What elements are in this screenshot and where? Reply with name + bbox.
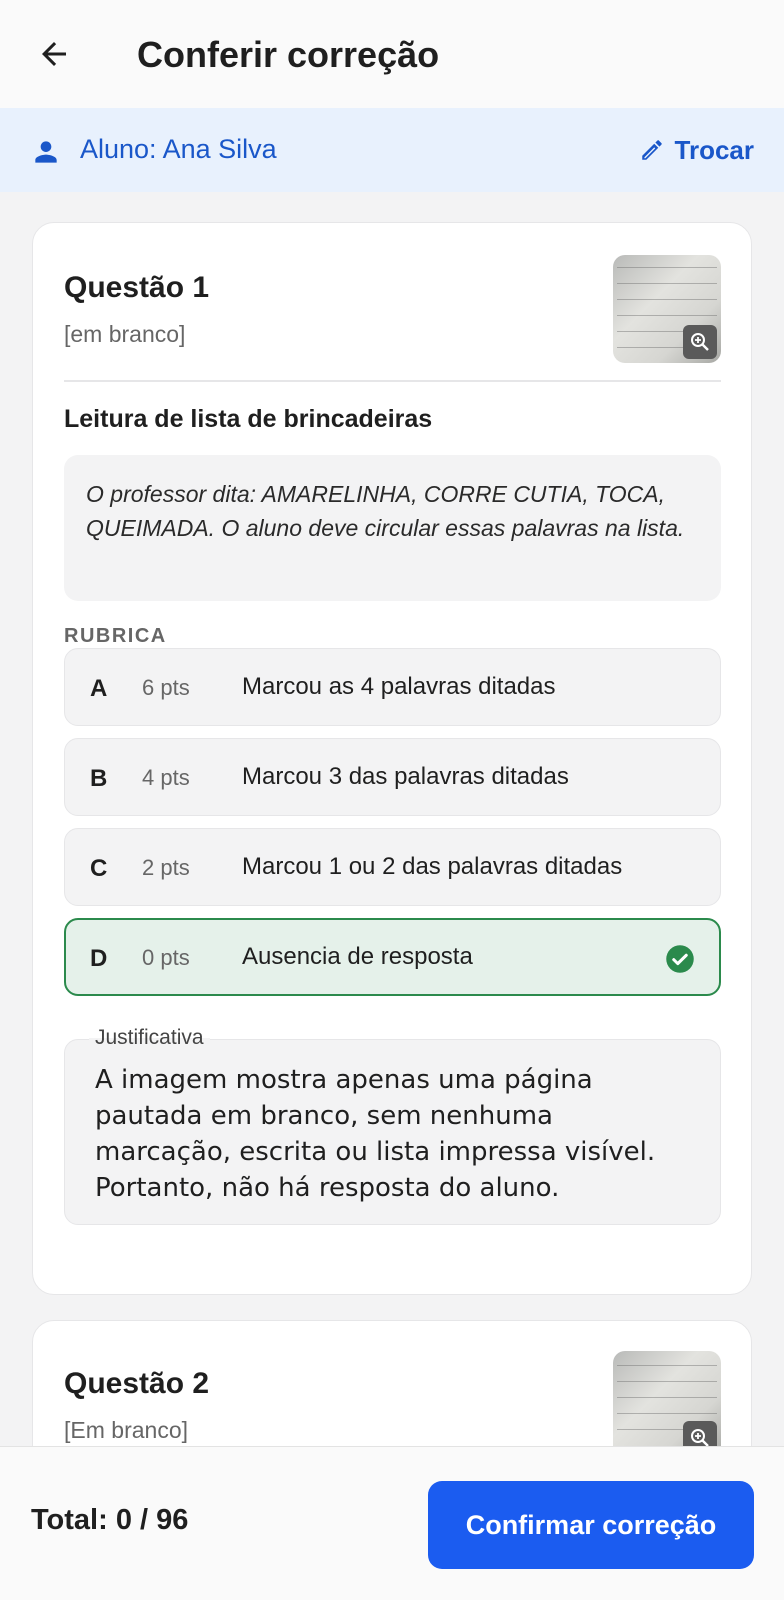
change-student-button[interactable]: Trocar xyxy=(639,130,755,170)
person-icon xyxy=(35,141,57,163)
page-title: Conferir correção xyxy=(137,34,440,75)
total-score: Total: 0 / 96 xyxy=(31,1504,189,1536)
rubric-description: Marcou 3 das palavras ditadas xyxy=(242,763,569,790)
rubric-letter: C xyxy=(90,855,108,882)
rubric-letter: A xyxy=(90,675,108,702)
student-name-label: Aluno: Ana Silva xyxy=(80,134,277,164)
arrow-left-icon xyxy=(42,42,66,66)
confirm-button-label: Confirmar correção xyxy=(465,1509,717,1540)
divider xyxy=(64,380,721,382)
rubric-points: 4 pts xyxy=(142,765,190,790)
rubric-description: Ausencia de resposta xyxy=(242,943,473,970)
rubric-option-a[interactable]: A 6 pts Marcou as 4 palavras ditadas xyxy=(64,648,721,726)
pencil-icon xyxy=(641,140,662,160)
zoom-badge xyxy=(683,325,717,359)
justification-text: A imagem mostra apenas uma página pautad… xyxy=(95,1065,656,1203)
app-bar: Conferir correção xyxy=(0,0,784,108)
question-title: Questão 1 xyxy=(64,271,210,304)
change-student-label: Trocar xyxy=(674,134,755,165)
question-section-title: Leitura de lista de brincadeiras xyxy=(64,405,433,433)
check-circle-icon xyxy=(666,945,694,973)
zoom-in-icon xyxy=(691,333,709,351)
bottom-bar: Total: 0 / 96 Confirmar correção xyxy=(0,1446,784,1600)
justification-field[interactable]: Justificativa A imagem mostra apenas uma… xyxy=(64,1026,721,1225)
back-button[interactable] xyxy=(30,30,78,78)
rubric-description: Marcou 1 ou 2 das palavras ditadas xyxy=(242,853,623,880)
rubric-option-c[interactable]: C 2 pts Marcou 1 ou 2 das palavras ditad… xyxy=(64,828,721,906)
student-bar: Aluno: Ana Silva Trocar xyxy=(0,108,784,192)
justification-label: Justificativa xyxy=(89,1026,210,1050)
question-card: Questão 1 [em branco] Leitura de lista d… xyxy=(32,222,752,1295)
answer-thumbnail[interactable] xyxy=(613,255,721,363)
rubric-option-b[interactable]: B 4 pts Marcou 3 das palavras ditadas xyxy=(64,738,721,816)
question-title: Questão 2 xyxy=(64,1367,210,1400)
question-status: [Em branco] xyxy=(64,1417,188,1443)
rubric-letter: D xyxy=(90,945,108,972)
question-prompt: O professor dita: AMARELINHA, CORRE CUTI… xyxy=(64,455,721,601)
rubric-option-d[interactable]: D 0 pts Ausencia de resposta xyxy=(64,918,721,996)
question-status: [em branco] xyxy=(64,321,186,347)
rubric-points: 0 pts xyxy=(142,945,190,970)
rubric-heading: RUBRICA xyxy=(64,625,167,647)
rubric-letter: B xyxy=(90,765,108,792)
answer-thumbnail[interactable] xyxy=(613,1351,721,1459)
rubric-points: 6 pts xyxy=(142,675,190,700)
rubric-points: 2 pts xyxy=(142,855,190,880)
confirm-button[interactable]: Confirmar correção xyxy=(428,1481,754,1569)
rubric-description: Marcou as 4 palavras ditadas xyxy=(242,673,556,700)
